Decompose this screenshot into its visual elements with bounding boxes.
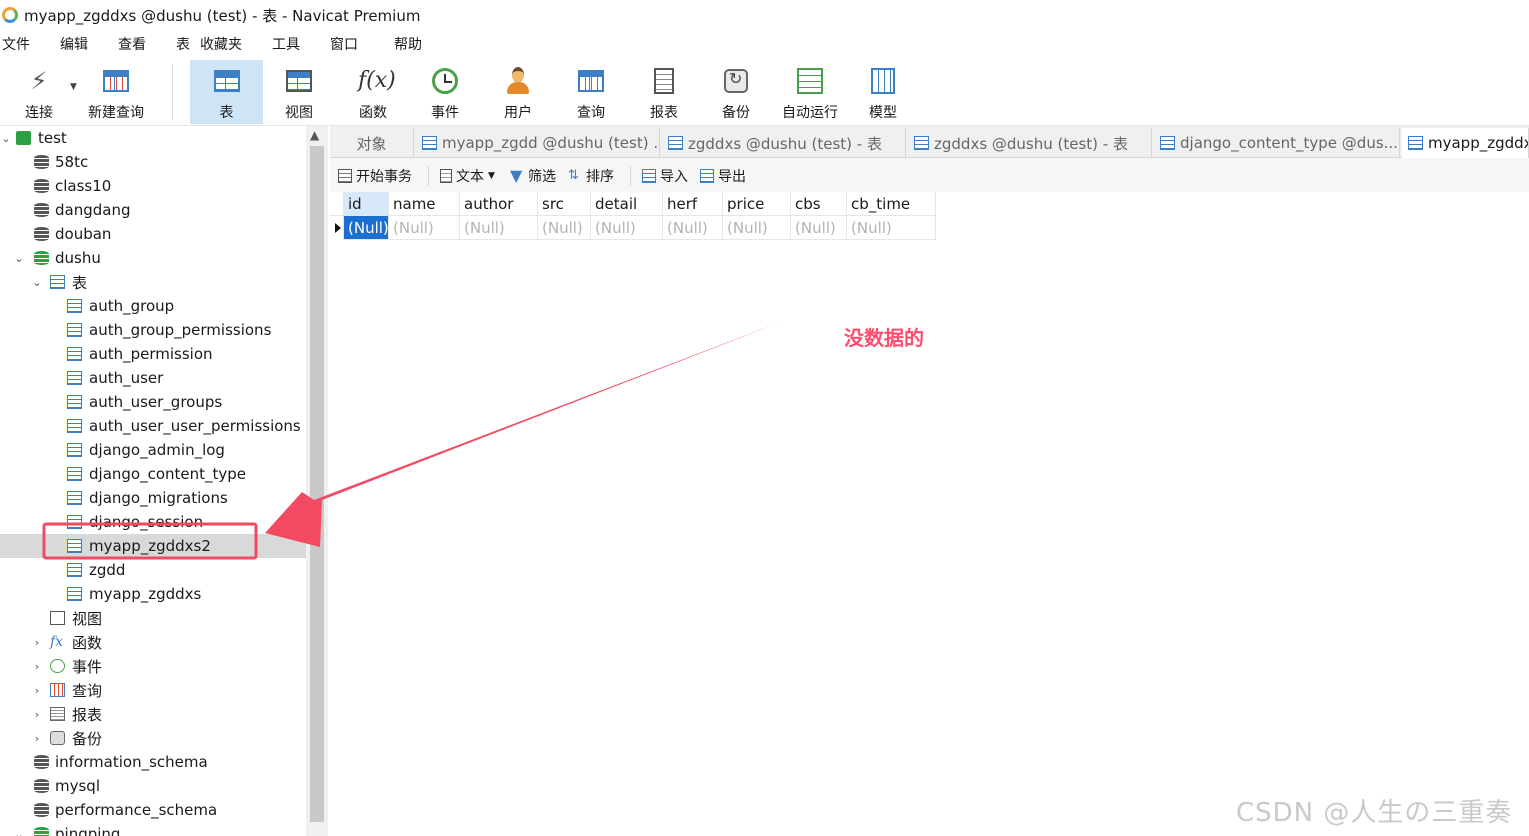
annotation-label: 没数据的 (844, 326, 924, 350)
watermark: CSDN @人生の三重奏 (1236, 798, 1513, 828)
arrow-pointer (265, 320, 786, 547)
highlight-box (42, 522, 258, 560)
annotation-overlay (42, 320, 786, 560)
